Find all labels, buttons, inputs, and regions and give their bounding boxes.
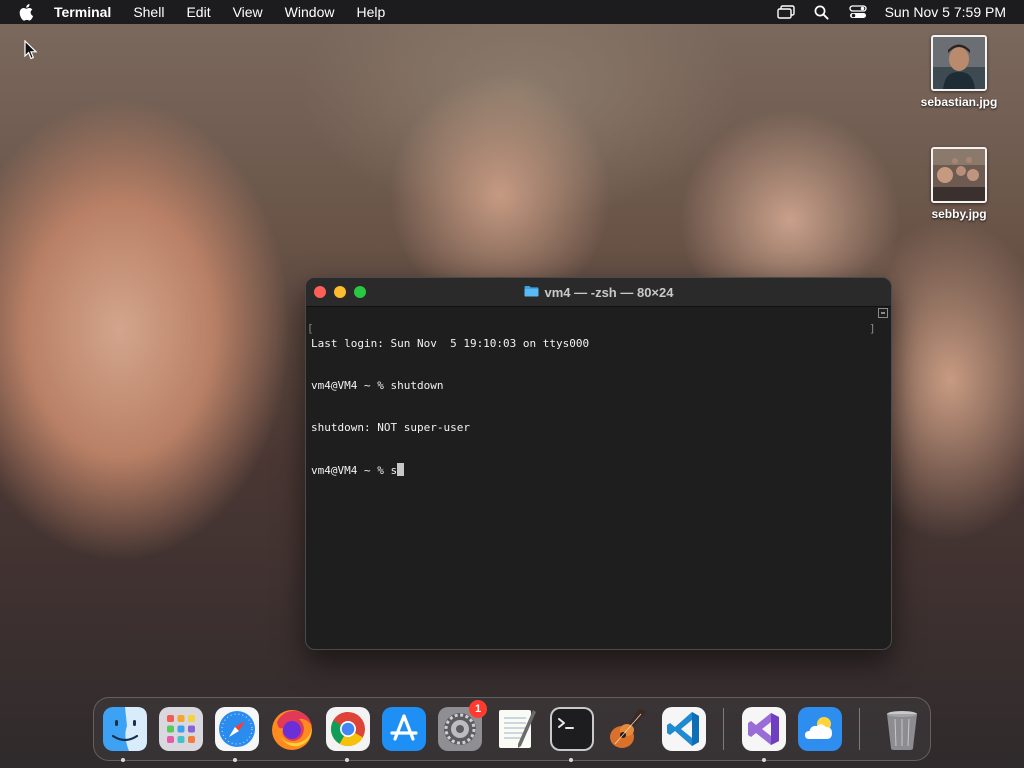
desktop-file-label: sebby.jpg	[931, 207, 987, 221]
dock-trash[interactable]	[879, 706, 925, 752]
screen-mirroring-icon[interactable]	[776, 4, 795, 20]
folder-icon	[524, 285, 539, 300]
menu-help[interactable]: Help	[345, 0, 396, 24]
dock-chrome[interactable]	[325, 706, 371, 752]
terminal-icon	[550, 707, 594, 751]
menu-bar-status-area: Sun Nov 5 7:59 PM	[776, 0, 1006, 24]
dock-running-indicator	[121, 758, 125, 762]
trash-icon	[887, 711, 917, 750]
dock-running-indicator	[233, 758, 237, 762]
zoom-button[interactable]	[354, 286, 366, 298]
terminal-window[interactable]: vm4 — -zsh — 80×24 Last login: Sun Nov 5…	[305, 277, 892, 650]
terminal-title-text: vm4 — -zsh — 80×24	[544, 284, 674, 300]
dock-vscode[interactable]	[661, 706, 707, 752]
menu-window[interactable]: Window	[274, 0, 346, 24]
dock-finder[interactable]	[102, 706, 148, 752]
chrome-icon	[326, 707, 370, 751]
dock: 1	[93, 697, 931, 761]
dock-system-settings[interactable]: 1	[437, 700, 487, 752]
terminal-line: Last login: Sun Nov 5 19:10:03 on ttys00…	[311, 337, 590, 350]
minimize-button[interactable]	[334, 286, 346, 298]
menu-edit[interactable]: Edit	[175, 0, 221, 24]
finder-icon	[103, 707, 147, 751]
dock-separator	[859, 708, 860, 750]
terminal-prompt-line: vm4@VM4 ~ % s	[311, 463, 886, 477]
weather-icon	[798, 707, 842, 751]
desktop-file-sebby[interactable]: sebby.jpg	[914, 147, 1004, 221]
dock-weather[interactable]	[797, 706, 843, 752]
app-store-icon	[382, 707, 426, 751]
window-controls	[314, 286, 366, 298]
dock-separator	[723, 708, 724, 750]
scroll-marker-icon[interactable]	[878, 308, 888, 318]
image-thumbnail	[931, 35, 987, 91]
text-cursor	[397, 463, 405, 476]
menu-view[interactable]: View	[222, 0, 274, 24]
safari-icon	[215, 707, 259, 751]
firefox-icon	[272, 710, 312, 750]
terminal-titlebar[interactable]: vm4 — -zsh — 80×24	[306, 278, 891, 307]
selection-mark-left: [	[307, 322, 314, 335]
menu-bar: Terminal Shell Edit View Window Help Sun…	[0, 0, 1024, 24]
visual-studio-icon	[742, 707, 786, 751]
textedit-icon	[499, 710, 536, 748]
notification-badge: 1	[469, 700, 487, 718]
launchpad-icon	[159, 707, 203, 751]
dock-running-indicator	[345, 758, 349, 762]
vscode-icon	[662, 707, 706, 751]
dock-running-indicator	[569, 758, 573, 762]
dock-launchpad[interactable]	[158, 706, 204, 752]
selection-mark-right: ]	[869, 322, 876, 335]
dock-garageband[interactable]	[605, 706, 651, 752]
terminal-title: vm4 — -zsh — 80×24	[524, 284, 674, 300]
dock-firefox[interactable]	[269, 706, 315, 752]
terminal-line: vm4@VM4 ~ % shutdown	[311, 379, 444, 392]
control-center-icon[interactable]	[848, 4, 867, 20]
terminal-prompt-text: vm4@VM4 ~ % s	[311, 464, 398, 477]
dock-visual-studio[interactable]	[741, 706, 787, 752]
mouse-pointer-icon	[24, 39, 38, 65]
dock-safari[interactable]	[214, 706, 260, 752]
garageband-icon	[610, 709, 647, 748]
desktop-file-label: sebastian.jpg	[920, 95, 998, 109]
terminal-output[interactable]: Last login: Sun Nov 5 19:10:03 on ttys00…	[306, 307, 891, 646]
terminal-line: shutdown: NOT super-user	[311, 421, 470, 434]
desktop-file-sebastian[interactable]: sebastian.jpg	[914, 35, 1004, 109]
menu-app-name[interactable]: Terminal	[54, 0, 122, 24]
dock-textedit[interactable]	[493, 706, 539, 752]
dock-app-store[interactable]	[381, 706, 427, 752]
apple-menu-icon[interactable]	[18, 3, 36, 21]
spotlight-search-icon[interactable]	[813, 4, 831, 20]
image-thumbnail	[931, 147, 987, 203]
dock-terminal[interactable]	[549, 706, 595, 752]
close-button[interactable]	[314, 286, 326, 298]
dock-running-indicator	[762, 758, 766, 762]
menu-shell[interactable]: Shell	[122, 0, 175, 24]
menu-bar-clock[interactable]: Sun Nov 5 7:59 PM	[885, 4, 1006, 20]
